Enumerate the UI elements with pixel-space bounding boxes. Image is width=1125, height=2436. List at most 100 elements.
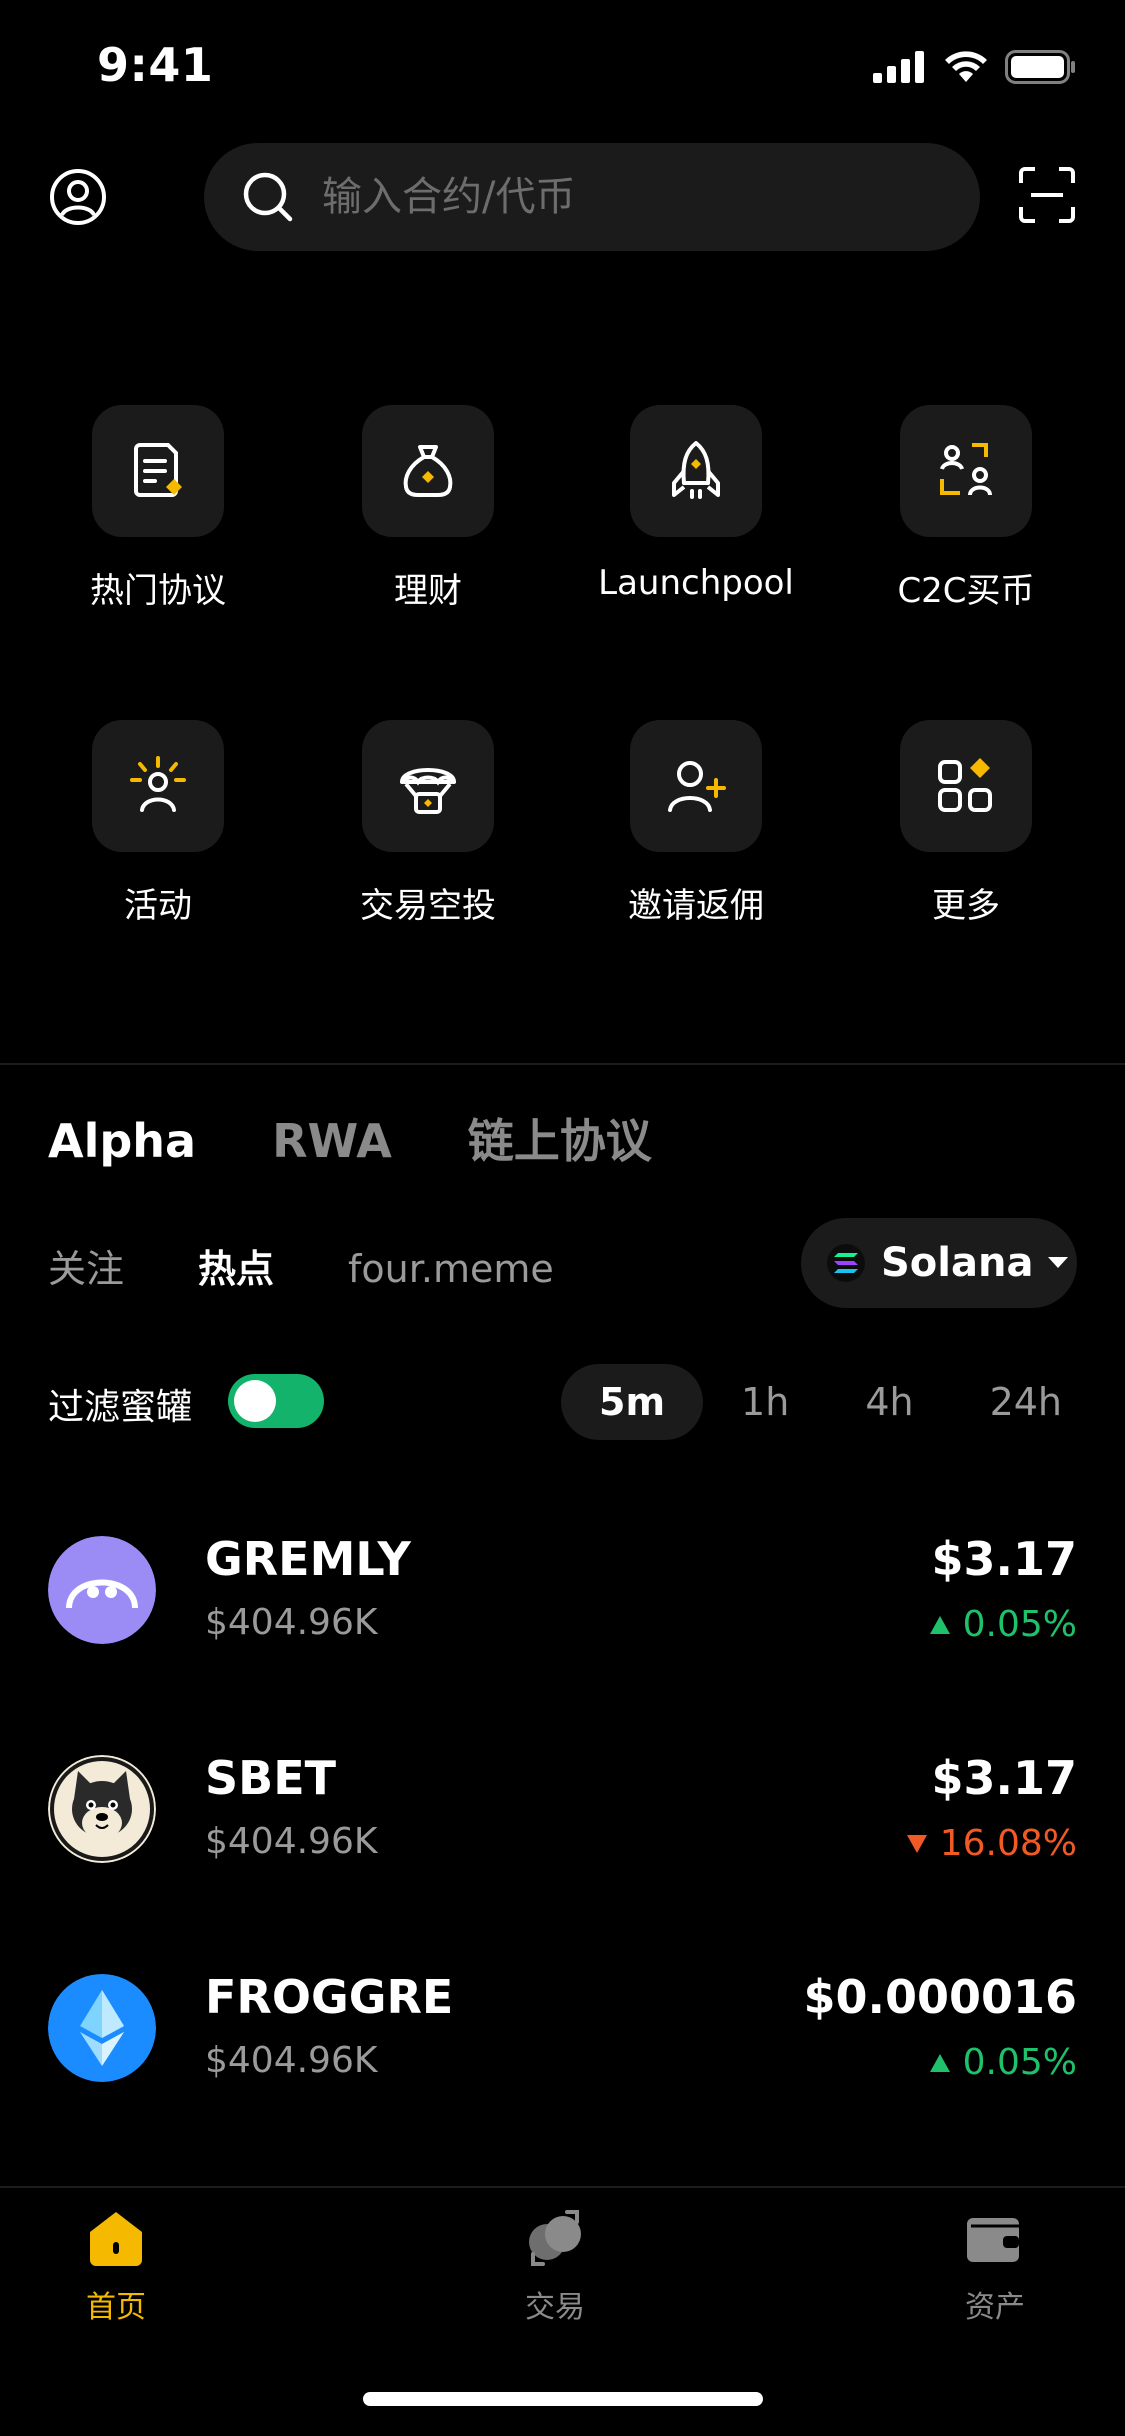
tab-onchain-protocols[interactable]: 链上协议 bbox=[468, 1105, 652, 1171]
period-1h[interactable]: 1h bbox=[703, 1364, 827, 1440]
quick-action-more[interactable]: 更多 bbox=[866, 720, 1066, 927]
chain-selector[interactable]: Solana bbox=[801, 1218, 1077, 1308]
tab-four-meme[interactable]: four.meme bbox=[348, 1247, 554, 1291]
honeypot-filter-toggle[interactable] bbox=[228, 1374, 324, 1428]
token-price: $3.17 bbox=[931, 1751, 1077, 1805]
nav-home[interactable]: 首页 bbox=[16, 2208, 216, 2326]
quick-action-tile bbox=[362, 405, 494, 537]
token-price: $0.000016 bbox=[803, 1970, 1077, 2024]
scan-icon[interactable] bbox=[1017, 165, 1077, 225]
token-price: $3.17 bbox=[931, 1532, 1077, 1586]
add-user-icon bbox=[668, 761, 726, 812]
tab-alpha[interactable]: Alpha bbox=[48, 1114, 196, 1168]
quick-action-referral[interactable]: 邀请返佣 bbox=[596, 720, 796, 927]
status-bar: 9:41 bbox=[0, 0, 1125, 140]
nav-trade[interactable]: 交易 bbox=[455, 2208, 655, 2326]
quick-action-label: 热门协议 bbox=[90, 571, 226, 611]
period-24h[interactable]: 24h bbox=[952, 1364, 1100, 1440]
profile-icon[interactable] bbox=[48, 167, 108, 227]
users-exchange-icon bbox=[940, 443, 992, 496]
period-5m[interactable]: 5m bbox=[561, 1364, 704, 1440]
nav-label: 交易 bbox=[525, 2290, 585, 2325]
quick-action-tile bbox=[900, 405, 1032, 537]
home-icon bbox=[90, 2212, 142, 2266]
battery-icon bbox=[1005, 50, 1075, 84]
quick-action-label: 交易空投 bbox=[360, 886, 496, 926]
quick-action-label: 邀请返佣 bbox=[628, 886, 764, 926]
nav-assets[interactable]: 资产 bbox=[895, 2208, 1095, 2326]
airdrop-icon bbox=[400, 768, 456, 814]
token-change-value: 0.05% bbox=[962, 2042, 1077, 2083]
period-4h[interactable]: 4h bbox=[827, 1364, 951, 1440]
honeypot-filter-label: 过滤蜜罐 bbox=[48, 1387, 193, 1428]
token-change: 0.05% bbox=[929, 2042, 1077, 2083]
quick-action-label: Launchpool bbox=[598, 563, 794, 603]
token-row[interactable]: FROGGRE $404.96K $0.000016 0.05% bbox=[0, 1946, 1125, 2165]
quick-action-wealth[interactable]: 理财 bbox=[328, 405, 528, 612]
quick-action-label: C2C买币 bbox=[897, 571, 1035, 611]
document-icon bbox=[134, 443, 182, 497]
rocket-icon bbox=[672, 441, 720, 499]
category-tabs: 关注 热点 four.meme bbox=[48, 1238, 554, 1293]
money-bag-icon bbox=[403, 445, 453, 497]
quick-action-tile bbox=[630, 405, 762, 537]
triangle-down-icon bbox=[906, 1834, 927, 1853]
home-indicator[interactable] bbox=[363, 2392, 763, 2406]
quick-action-c2c[interactable]: C2C买币 bbox=[866, 405, 1066, 612]
triangle-up-icon bbox=[929, 2053, 950, 2072]
quick-actions-row: 热门协议 理财 Launchpool C2C买币 bbox=[0, 405, 1125, 720]
quick-actions-row: 活动 交易空投 邀请返佣 更多 bbox=[0, 720, 1125, 1035]
quick-action-tile bbox=[92, 720, 224, 852]
token-name: FROGGRE bbox=[205, 1970, 454, 2024]
search-input[interactable] bbox=[322, 174, 922, 220]
triangle-up-icon bbox=[929, 1615, 950, 1634]
token-change-value: 0.05% bbox=[962, 1604, 1077, 1645]
wifi-icon bbox=[945, 51, 987, 82]
tab-rwa[interactable]: RWA bbox=[272, 1114, 392, 1168]
toggle-knob bbox=[234, 1380, 276, 1422]
token-market-cap: $404.96K bbox=[205, 1821, 378, 1862]
token-name: SBET bbox=[205, 1751, 336, 1805]
token-change-value: 16.08% bbox=[939, 1823, 1077, 1864]
chevron-down-icon bbox=[1048, 1257, 1069, 1268]
quick-action-launchpool[interactable]: Launchpool bbox=[596, 405, 796, 603]
quick-action-tile bbox=[630, 720, 762, 852]
token-change: 0.05% bbox=[929, 1604, 1077, 1645]
froggre-logo-icon bbox=[48, 1974, 156, 2082]
search-icon bbox=[243, 172, 293, 222]
quick-action-label: 更多 bbox=[932, 886, 1000, 926]
token-market-cap: $404.96K bbox=[205, 1602, 378, 1643]
token-list: GREMLY $404.96K $3.17 0.05% SBET $404.96… bbox=[0, 1508, 1125, 2165]
quick-action-label: 活动 bbox=[124, 886, 192, 926]
nav-label: 首页 bbox=[86, 2290, 146, 2325]
solana-icon bbox=[827, 1244, 865, 1282]
quick-action-tile bbox=[92, 405, 224, 537]
token-name: GREMLY bbox=[205, 1532, 411, 1586]
quick-action-hot-protocols[interactable]: 热门协议 bbox=[58, 405, 258, 612]
status-time: 9:41 bbox=[97, 38, 214, 92]
chain-label: Solana bbox=[881, 1240, 1034, 1286]
cellular-signal-icon bbox=[873, 51, 924, 83]
token-row[interactable]: GREMLY $404.96K $3.17 0.05% bbox=[0, 1508, 1125, 1727]
gremly-logo-icon bbox=[48, 1536, 156, 1644]
token-market-cap: $404.96K bbox=[205, 2040, 378, 2081]
token-row[interactable]: SBET $404.96K $3.17 16.08% bbox=[0, 1727, 1125, 1946]
quick-action-tile bbox=[362, 720, 494, 852]
quick-action-label: 理财 bbox=[394, 571, 462, 611]
wallet-icon bbox=[967, 2218, 1019, 2262]
header bbox=[0, 140, 1125, 260]
tab-trending[interactable]: 热点 bbox=[198, 1238, 274, 1293]
sun-person-icon bbox=[130, 756, 186, 812]
quick-action-tile bbox=[900, 720, 1032, 852]
market-tabs: Alpha RWA 链上协议 bbox=[48, 1105, 652, 1171]
search-bar[interactable] bbox=[204, 143, 980, 251]
quick-action-events[interactable]: 活动 bbox=[58, 720, 258, 927]
tab-following[interactable]: 关注 bbox=[48, 1238, 124, 1293]
token-change: 16.08% bbox=[906, 1823, 1077, 1864]
section-divider bbox=[0, 1063, 1125, 1065]
trade-icon bbox=[529, 2210, 581, 2266]
status-icons bbox=[873, 50, 1077, 84]
quick-action-airdrop[interactable]: 交易空投 bbox=[328, 720, 528, 927]
apps-icon bbox=[938, 758, 992, 812]
nav-label: 资产 bbox=[965, 2290, 1025, 2325]
